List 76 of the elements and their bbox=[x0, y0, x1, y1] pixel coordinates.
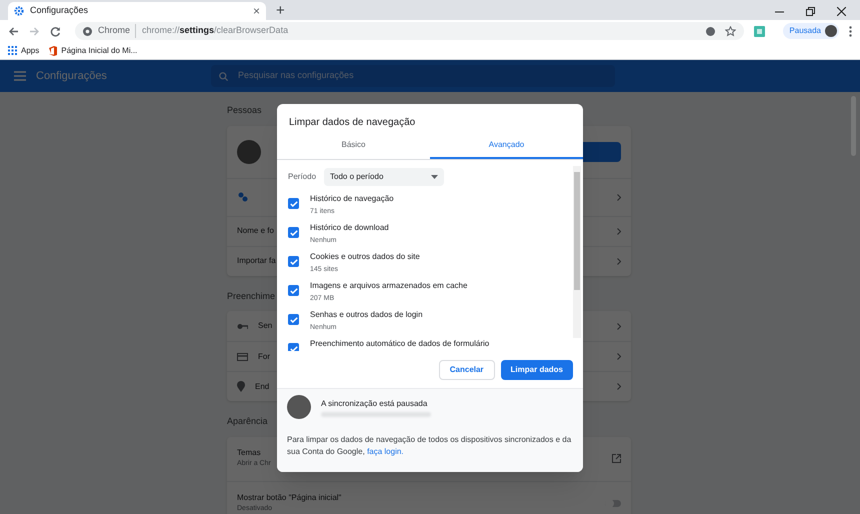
location-pin-icon bbox=[237, 381, 245, 392]
row-label: End bbox=[255, 380, 270, 392]
clear-data-button[interactable]: Limpar dados bbox=[500, 360, 573, 380]
dialog-tab[interactable]: Avançado bbox=[430, 139, 583, 159]
item-label: Cookies e outros dados do site bbox=[310, 251, 420, 263]
row-label: Temas bbox=[237, 447, 261, 460]
row-label: Mostrar botão "Página inicial" bbox=[237, 492, 342, 504]
address-bar[interactable]: Chrome chrome://settings/clearBrowserData bbox=[75, 22, 744, 40]
avatar bbox=[825, 25, 837, 37]
cookie-icon[interactable] bbox=[706, 26, 716, 36]
back-icon[interactable] bbox=[8, 26, 19, 36]
search-input[interactable]: Pesquisar nas configurações bbox=[238, 69, 607, 83]
chrome-logo-icon bbox=[83, 26, 92, 36]
site-label: Chrome bbox=[98, 24, 136, 38]
item-label: Histórico de download bbox=[310, 222, 389, 234]
checkbox[interactable] bbox=[288, 256, 299, 267]
row-label: Nome e fo bbox=[237, 225, 274, 237]
dialog-title: Limpar dados de navegação bbox=[288, 116, 416, 130]
checkbox[interactable] bbox=[288, 343, 299, 351]
menu-icon[interactable] bbox=[14, 71, 26, 81]
toggle-switch[interactable] bbox=[605, 500, 621, 506]
chevron-right-icon[interactable] bbox=[617, 258, 621, 264]
office-logo-icon bbox=[49, 46, 58, 56]
item-label: Imagens e arquivos armazenados em cache bbox=[310, 280, 468, 292]
checkbox[interactable] bbox=[288, 314, 299, 325]
restore-icon[interactable] bbox=[806, 7, 815, 16]
tab-title: Configurações bbox=[30, 4, 90, 18]
people-icon bbox=[237, 191, 249, 203]
cancel-button[interactable]: Cancelar bbox=[438, 360, 495, 380]
external-link-icon[interactable] bbox=[612, 454, 621, 463]
apps-shortcut[interactable]: Apps bbox=[8, 44, 40, 56]
apps-grid-icon bbox=[8, 46, 17, 55]
section-title: Aparência bbox=[227, 415, 268, 428]
browser-tab[interactable]: Configurações × bbox=[8, 2, 266, 20]
row-label: Importar fa bbox=[237, 255, 276, 267]
login-link[interactable]: faça login. bbox=[367, 447, 404, 456]
close-tab-button[interactable]: × bbox=[252, 5, 260, 17]
bookmark-item[interactable]: Página Inicial do Mi... bbox=[49, 44, 138, 56]
row-label: Sen bbox=[258, 320, 272, 332]
checkbox[interactable] bbox=[288, 285, 299, 296]
search-field[interactable]: Pesquisar nas configurações bbox=[211, 65, 615, 87]
extension-icon[interactable] bbox=[754, 26, 766, 36]
section-title: Pessoas bbox=[227, 104, 262, 117]
gear-icon bbox=[14, 6, 24, 16]
chevron-right-icon[interactable] bbox=[617, 322, 621, 330]
avatar bbox=[287, 395, 311, 419]
row-label: For bbox=[258, 350, 270, 362]
url-text: chrome://settings/clearBrowserData bbox=[142, 24, 288, 38]
period-label: Período bbox=[288, 171, 316, 183]
page-title: Configurações bbox=[36, 68, 108, 84]
chevron-right-icon[interactable] bbox=[617, 194, 621, 200]
chevron-right-icon[interactable] bbox=[617, 383, 621, 390]
scrollbar[interactable] bbox=[573, 166, 581, 338]
menu-icon[interactable] bbox=[849, 26, 852, 36]
checkbox[interactable] bbox=[288, 227, 299, 238]
new-tab-button[interactable]: + bbox=[276, 3, 285, 18]
item-label: Histórico de navegação bbox=[310, 193, 394, 205]
chevron-right-icon[interactable] bbox=[617, 353, 621, 360]
period-dropdown[interactable]: Todo o período bbox=[324, 168, 444, 186]
sync-status: A sincronização está pausada bbox=[321, 398, 428, 410]
checkbox[interactable] bbox=[288, 198, 299, 209]
dialog-tab[interactable]: Básico bbox=[277, 139, 430, 159]
section-title: Preenchime bbox=[227, 290, 276, 302]
close-icon[interactable] bbox=[837, 7, 846, 16]
item-label: Senhas e outros dados de login bbox=[310, 309, 423, 321]
item-label: Preenchimento automático de dados de formulário bbox=[310, 338, 490, 350]
avatar bbox=[237, 140, 261, 164]
search-icon bbox=[219, 72, 228, 80]
credit-card-icon bbox=[237, 352, 248, 360]
dropdown-arrow-icon bbox=[431, 175, 438, 179]
profile-button[interactable]: Pausada bbox=[783, 23, 839, 39]
chevron-right-icon[interactable] bbox=[617, 228, 621, 234]
footer-text: Para limpar os dados de navegação de todos os dispositivos sincronizados e da sua Conta do Google, faça login. bbox=[287, 434, 572, 458]
reload-icon[interactable] bbox=[50, 26, 61, 36]
star-icon[interactable] bbox=[725, 26, 736, 36]
key-icon bbox=[237, 322, 248, 330]
